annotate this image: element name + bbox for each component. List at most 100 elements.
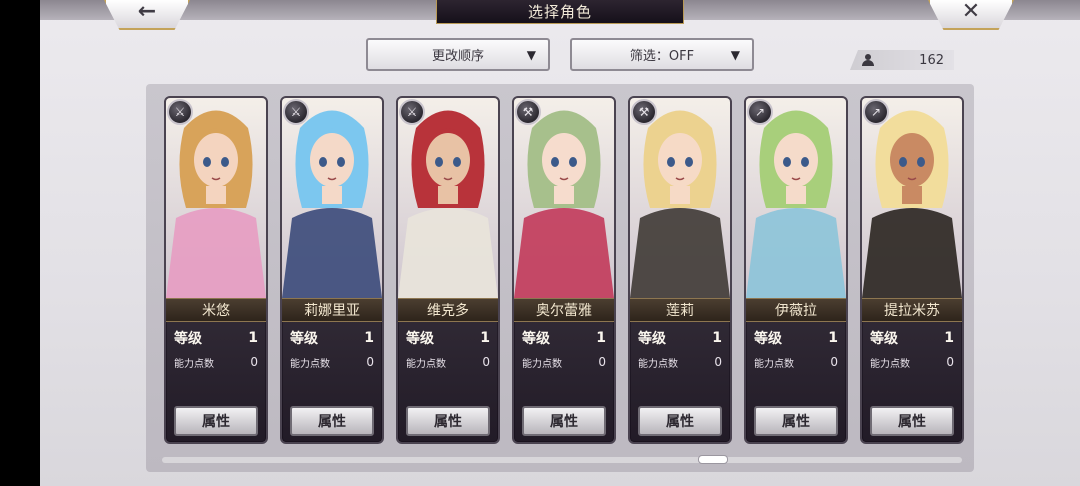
level-row: 等级 1 bbox=[522, 328, 606, 348]
character-card[interactable]: ⚒ 莲莉 等级 1 能力点数 0 属性 bbox=[628, 96, 732, 444]
character-card[interactable]: ↗ 伊薇拉 等级 1 能力点数 0 属性 bbox=[744, 96, 848, 444]
filter-dropdown[interactable]: 筛选：OFF ▼ bbox=[570, 38, 754, 71]
level-row: 等级 1 bbox=[406, 328, 490, 348]
back-button[interactable]: ← bbox=[104, 0, 190, 30]
character-count: 162 bbox=[850, 50, 954, 70]
ability-points-value: 0 bbox=[946, 355, 954, 369]
spear-icon: ↗ bbox=[747, 99, 773, 125]
axe-icon: ⚒ bbox=[515, 99, 541, 125]
ability-points-value: 0 bbox=[366, 355, 374, 369]
ability-points-value: 0 bbox=[830, 355, 838, 369]
chevron-down-icon: ▼ bbox=[526, 48, 536, 62]
attributes-button[interactable]: 属性 bbox=[870, 406, 954, 436]
level-value: 1 bbox=[944, 330, 954, 346]
sword-icon: ⚔ bbox=[283, 99, 309, 125]
character-name: 提拉米苏 bbox=[862, 298, 962, 322]
horizontal-scrollbar[interactable] bbox=[162, 455, 962, 464]
level-value: 1 bbox=[712, 330, 722, 346]
ability-points-row: 能力点数 0 bbox=[522, 354, 606, 370]
ability-points-label: 能力点数 bbox=[406, 358, 446, 370]
character-card[interactable]: ↗ 提拉米苏 等级 1 能力点数 0 属性 bbox=[860, 96, 964, 444]
level-row: 等级 1 bbox=[174, 328, 258, 348]
character-stats: 等级 1 能力点数 0 属性 bbox=[862, 322, 962, 442]
character-card[interactable]: ⚒ 奥尔蕾雅 等级 1 能力点数 0 属性 bbox=[512, 96, 616, 444]
attributes-button[interactable]: 属性 bbox=[522, 406, 606, 436]
character-card[interactable]: ⚔ 莉娜里亚 等级 1 能力点数 0 属性 bbox=[280, 96, 384, 444]
ability-points-row: 能力点数 0 bbox=[638, 354, 722, 370]
character-portrait[interactable] bbox=[862, 98, 962, 298]
level-row: 等级 1 bbox=[290, 328, 374, 348]
close-button[interactable]: ✕ bbox=[928, 0, 1014, 30]
attributes-button[interactable]: 属性 bbox=[174, 406, 258, 436]
character-portrait[interactable] bbox=[282, 98, 382, 298]
sort-order-dropdown[interactable]: 更改顺序 ▼ bbox=[366, 38, 550, 71]
ability-points-label: 能力点数 bbox=[638, 358, 678, 370]
character-portrait[interactable] bbox=[630, 98, 730, 298]
character-select-screen: ← 选择角色 ✕ 更改顺序 ▼ 筛选：OFF ▼ 162 ⚔ 米悠 等级 1 能… bbox=[40, 0, 1080, 486]
character-name: 奥尔蕾雅 bbox=[514, 298, 614, 322]
character-card[interactable]: ⚔ 维克多 等级 1 能力点数 0 属性 bbox=[396, 96, 500, 444]
level-value: 1 bbox=[828, 330, 838, 346]
level-label: 等级 bbox=[638, 331, 666, 347]
character-stats: 等级 1 能力点数 0 属性 bbox=[398, 322, 498, 442]
level-value: 1 bbox=[480, 330, 490, 346]
attributes-button[interactable]: 属性 bbox=[754, 406, 838, 436]
character-count-value: 162 bbox=[919, 52, 944, 68]
chevron-down-icon: ▼ bbox=[730, 48, 740, 62]
character-stats: 等级 1 能力点数 0 属性 bbox=[282, 322, 382, 442]
filter-label: 筛选：OFF bbox=[629, 49, 695, 64]
character-name: 莲莉 bbox=[630, 298, 730, 322]
character-portrait[interactable] bbox=[166, 98, 266, 298]
ability-points-value: 0 bbox=[598, 355, 606, 369]
ability-points-value: 0 bbox=[250, 355, 258, 369]
character-portrait[interactable] bbox=[746, 98, 846, 298]
ability-points-label: 能力点数 bbox=[290, 358, 330, 370]
character-stats: 等级 1 能力点数 0 属性 bbox=[514, 322, 614, 442]
character-name: 维克多 bbox=[398, 298, 498, 322]
attributes-button[interactable]: 属性 bbox=[290, 406, 374, 436]
character-stats: 等级 1 能力点数 0 属性 bbox=[166, 322, 266, 442]
level-label: 等级 bbox=[522, 331, 550, 347]
character-stats: 等级 1 能力点数 0 属性 bbox=[746, 322, 846, 442]
character-name: 莉娜里亚 bbox=[282, 298, 382, 322]
ability-points-label: 能力点数 bbox=[522, 358, 562, 370]
sword-icon: ⚔ bbox=[399, 99, 425, 125]
axe-icon: ⚒ bbox=[631, 99, 657, 125]
close-icon: ✕ bbox=[961, 0, 981, 24]
ability-points-value: 0 bbox=[714, 355, 722, 369]
character-stats: 等级 1 能力点数 0 属性 bbox=[630, 322, 730, 442]
ability-points-row: 能力点数 0 bbox=[174, 354, 258, 370]
attributes-button[interactable]: 属性 bbox=[638, 406, 722, 436]
ability-points-value: 0 bbox=[482, 355, 490, 369]
back-arrow-icon: ← bbox=[137, 0, 157, 24]
user-icon bbox=[862, 54, 874, 66]
ability-points-row: 能力点数 0 bbox=[290, 354, 374, 370]
level-label: 等级 bbox=[870, 331, 898, 347]
attributes-button[interactable]: 属性 bbox=[406, 406, 490, 436]
screen-title: 选择角色 bbox=[436, 0, 684, 24]
character-portrait[interactable] bbox=[398, 98, 498, 298]
level-label: 等级 bbox=[174, 331, 202, 347]
ability-points-label: 能力点数 bbox=[870, 358, 910, 370]
spear-icon: ↗ bbox=[863, 99, 889, 125]
level-value: 1 bbox=[248, 330, 258, 346]
screen-edge bbox=[0, 0, 40, 486]
scrollbar-thumb[interactable] bbox=[698, 455, 728, 464]
sword-icon: ⚔ bbox=[167, 99, 193, 125]
level-value: 1 bbox=[364, 330, 374, 346]
character-name: 伊薇拉 bbox=[746, 298, 846, 322]
ability-points-label: 能力点数 bbox=[754, 358, 794, 370]
character-portrait[interactable] bbox=[514, 98, 614, 298]
level-row: 等级 1 bbox=[870, 328, 954, 348]
sort-order-label: 更改顺序 bbox=[431, 49, 484, 64]
level-row: 等级 1 bbox=[754, 328, 838, 348]
ability-points-row: 能力点数 0 bbox=[406, 354, 490, 370]
level-label: 等级 bbox=[290, 331, 318, 347]
character-card[interactable]: ⚔ 米悠 等级 1 能力点数 0 属性 bbox=[164, 96, 268, 444]
ability-points-row: 能力点数 0 bbox=[870, 354, 954, 370]
level-label: 等级 bbox=[754, 331, 782, 347]
level-row: 等级 1 bbox=[638, 328, 722, 348]
level-label: 等级 bbox=[406, 331, 434, 347]
ability-points-row: 能力点数 0 bbox=[754, 354, 838, 370]
ability-points-label: 能力点数 bbox=[174, 358, 214, 370]
